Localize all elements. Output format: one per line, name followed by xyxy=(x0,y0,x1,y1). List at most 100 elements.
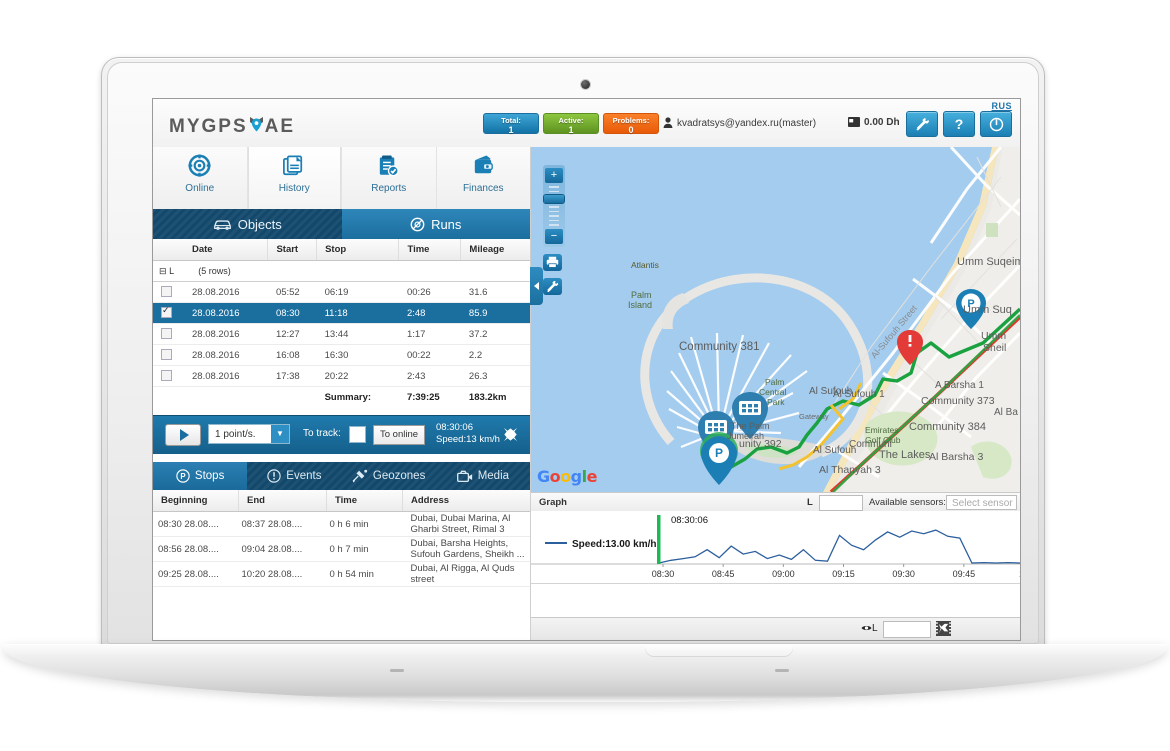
runs-col-start[interactable]: Start xyxy=(267,239,318,261)
car-icon xyxy=(213,219,231,230)
cell-time: 2:43 xyxy=(398,365,461,387)
zoom-in-button[interactable]: + xyxy=(545,168,563,183)
nav-item-online[interactable]: Online xyxy=(153,147,248,209)
row-checkbox-cell[interactable] xyxy=(153,302,184,324)
runs-col-mileage[interactable]: Mileage xyxy=(460,239,530,261)
runs-col-date[interactable]: Date xyxy=(184,239,269,261)
nav-item-history[interactable]: History xyxy=(247,147,342,209)
nav-item-finances[interactable]: Finances xyxy=(437,147,531,209)
list-item[interactable]: 08:56 28.08.... 09:04 28.08.... 0 h 7 mi… xyxy=(153,536,530,562)
to-online-button[interactable]: To online xyxy=(373,425,426,445)
status-field[interactable] xyxy=(883,621,931,638)
graph-l-field[interactable] xyxy=(819,495,863,511)
right-panel: P P Atlantis Palm Island Community 381 P… xyxy=(531,147,1020,640)
zoom-tick xyxy=(549,186,559,188)
sensor-select[interactable]: Select sensor xyxy=(946,495,1017,510)
map-label: Palm xyxy=(631,290,652,300)
webcam-icon xyxy=(581,80,590,89)
panel-collapse-handle[interactable] xyxy=(530,267,543,305)
tab-geozones[interactable]: Geozones xyxy=(342,462,436,490)
group-expand-icon[interactable]: ⊟ xyxy=(159,266,167,276)
row-checkbox[interactable] xyxy=(161,327,172,339)
language-link[interactable]: RUS xyxy=(991,101,1012,111)
speed-graph[interactable]: Speed:13.00 km/h 08:30:06 08:30 08:45 09:0… xyxy=(531,511,1020,584)
close-player-button[interactable] xyxy=(501,425,520,444)
tab-stops[interactable]: P Stops xyxy=(153,462,248,490)
zoom-track[interactable] xyxy=(544,186,564,226)
runs-summary-row: Summary: 7:39:25 183.2km xyxy=(153,386,530,407)
tab-media[interactable]: Media xyxy=(436,462,530,490)
playback-toolbar: 1 point/s. ▼ To track: To online 08:30:0… xyxy=(153,415,530,454)
map-label: Golf Club xyxy=(865,435,901,445)
tab-runs[interactable]: Runs xyxy=(341,209,530,239)
runs-group-row[interactable]: ⊟ L (5 rows) xyxy=(153,260,530,282)
row-checkbox-cell[interactable] xyxy=(153,323,184,345)
runs-table-header: Date Start Stop Time Mileage xyxy=(153,239,530,261)
nav-item-reports[interactable]: Reports xyxy=(342,147,437,209)
zoom-slider[interactable]: + − xyxy=(543,165,565,247)
row-checkbox-cell[interactable] xyxy=(153,365,184,387)
table-row[interactable]: 28.08.2016 05:52 06:19 00:26 31.6 xyxy=(153,281,530,303)
stop-end: 10:20 28.08.... xyxy=(238,561,327,587)
table-row[interactable]: 28.08.2016 08:30 11:18 2:48 85.9 xyxy=(153,302,530,324)
row-checkbox-cell[interactable] xyxy=(153,344,184,366)
fullscreen-toggle-button[interactable] xyxy=(936,621,951,639)
map-canvas[interactable]: P P Atlantis Palm Island Community 381 P… xyxy=(531,147,1020,492)
list-item[interactable]: 09:25 28.08.... 10:20 28.08.... 0 h 54 m… xyxy=(153,561,530,587)
map-label: Al Ba xyxy=(994,407,1018,418)
power-icon xyxy=(989,117,1003,131)
stops-col-end[interactable]: End xyxy=(238,490,327,512)
cell-date: 28.08.2016 xyxy=(184,323,268,345)
app-logo[interactable]: MYGPS AE xyxy=(169,116,295,138)
chevron-down-icon[interactable]: ▼ xyxy=(271,425,289,443)
visibility-toggle[interactable]: L xyxy=(861,623,878,634)
table-row[interactable]: 28.08.2016 16:08 16:30 00:22 2.2 xyxy=(153,344,530,366)
tab-objects[interactable]: Objects xyxy=(153,209,342,239)
zoom-slider-knob[interactable] xyxy=(544,195,564,203)
user-account[interactable]: kvadratsys@yandex.ru(master) xyxy=(663,117,816,131)
to-track-checkbox[interactable] xyxy=(349,426,366,443)
google-attribution[interactable]: Google xyxy=(537,467,597,486)
table-row[interactable]: 28.08.2016 12:27 13:44 1:17 37.2 xyxy=(153,323,530,345)
target-icon xyxy=(188,154,211,177)
eye-icon xyxy=(861,625,872,631)
stops-col-beginning[interactable]: Beginning xyxy=(153,490,239,512)
print-map-button[interactable] xyxy=(543,253,562,271)
row-checkbox[interactable] xyxy=(161,348,172,360)
row-checkbox-cell[interactable] xyxy=(153,281,184,303)
to-track-label: To track: xyxy=(303,428,341,439)
runs-col-time[interactable]: Time xyxy=(398,239,462,261)
logout-power-button[interactable] xyxy=(980,111,1012,137)
zoom-tick xyxy=(549,210,559,212)
runs-col-check xyxy=(153,239,184,261)
row-checkbox[interactable] xyxy=(161,305,172,318)
group-label: L xyxy=(169,265,174,276)
map-label: Gateway xyxy=(799,412,829,421)
status-bar: L xyxy=(531,617,1020,640)
status-badge-problems[interactable]: Problems: 0 xyxy=(603,113,659,135)
table-row[interactable]: 28.08.2016 17:38 20:22 2:43 26.3 xyxy=(153,365,530,387)
cell-start: 08:30 xyxy=(267,302,317,324)
status-badge-active[interactable]: Active: 1 xyxy=(543,113,599,135)
playback-rate-select[interactable]: 1 point/s. ▼ xyxy=(208,424,290,444)
map-label: A Barsha 1 xyxy=(935,380,984,391)
status-badge-total[interactable]: Total: 1 xyxy=(483,113,539,135)
map-label: Emirates xyxy=(865,425,899,435)
map-label: The Lakes xyxy=(879,449,931,461)
tab-runs-label: Runs xyxy=(431,216,462,232)
map-view[interactable]: P P Atlantis Palm Island Community 381 P… xyxy=(531,147,1020,492)
summary-label: Summary: xyxy=(316,386,399,407)
tab-events[interactable]: Events xyxy=(247,462,341,490)
settings-tools-button[interactable] xyxy=(906,111,938,137)
list-item[interactable]: 08:30 28.08.... 08:37 28.08.... 0 h 6 mi… xyxy=(153,511,530,537)
runs-col-stop[interactable]: Stop xyxy=(316,239,400,261)
row-checkbox[interactable] xyxy=(161,369,172,381)
row-checkbox[interactable] xyxy=(161,285,172,297)
graph-cursor-label: 08:30:06 xyxy=(671,515,708,526)
zoom-out-button[interactable]: − xyxy=(545,228,563,244)
help-button[interactable]: ? xyxy=(943,111,975,137)
play-button[interactable] xyxy=(165,424,201,446)
map-tools-button[interactable] xyxy=(543,277,562,295)
stops-col-time[interactable]: Time xyxy=(326,490,403,512)
stops-col-address[interactable]: Address xyxy=(402,490,530,512)
